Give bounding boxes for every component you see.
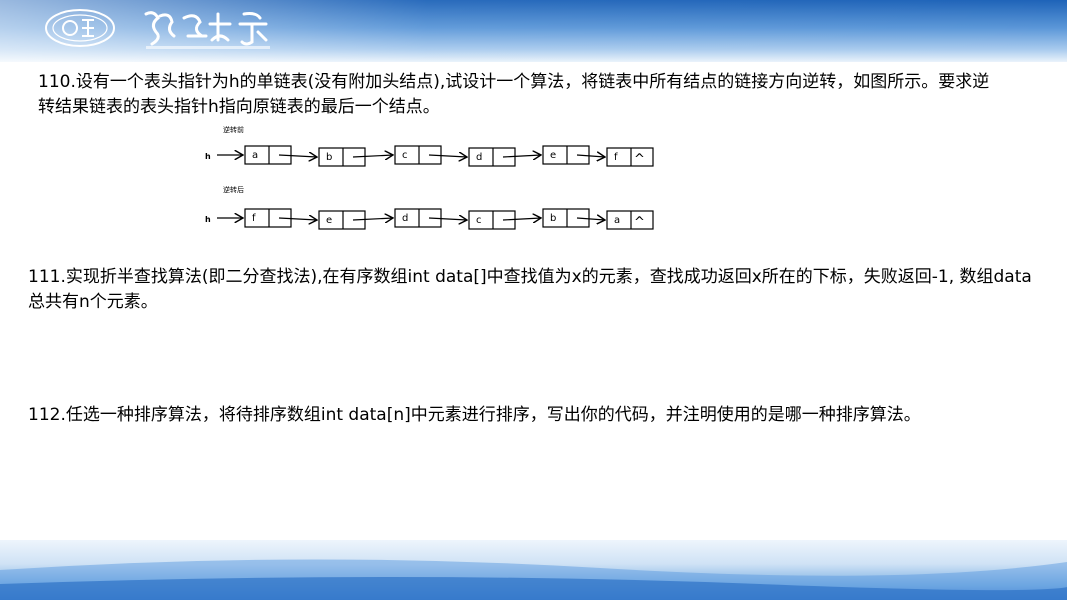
after-node-value-d: d: [402, 213, 408, 224]
header-banner: [0, 0, 1067, 62]
after-node-value-b: b: [550, 213, 556, 224]
after-node-value-a: a: [614, 215, 620, 226]
before-node-value-d: d: [476, 152, 482, 163]
after-label: 逆转后: [223, 185, 244, 194]
before-null-terminator: ^: [634, 152, 645, 167]
after-head-pointer: h: [205, 215, 211, 224]
after-node-value-c: c: [476, 215, 482, 226]
before-node-value-c: c: [402, 150, 408, 161]
before-head-pointer: h: [205, 152, 211, 161]
question-110: 110.设有一个表头指针为h的单链表(没有附加头结点),试设计一个算法，将链表中…: [38, 72, 990, 117]
list-before-reversal: 逆转前 h a b c d e f ^: [205, 125, 654, 167]
after-node-value-f: f: [252, 213, 256, 224]
university-seal-logo: [45, 9, 115, 47]
before-node-value-f: f: [614, 152, 618, 163]
before-node-value-a: a: [252, 150, 258, 161]
university-name-logo: [144, 11, 270, 49]
before-node-value-b: b: [326, 152, 332, 163]
question-112: 112.任选一种排序算法，将待排序数组int data[n]中元素进行排序，写出…: [28, 405, 921, 425]
after-null-terminator: ^: [634, 215, 645, 230]
list-after-reversal: 逆转后 h f e d c b a ^: [205, 185, 654, 230]
before-node-value-e: e: [550, 150, 556, 161]
linked-list-reversal-diagram: 逆转前 h a b c d e f ^ 逆转后 h f e d c b a ^: [205, 125, 654, 230]
footer-wave: [0, 559, 1067, 600]
after-node-value-e: e: [326, 215, 332, 226]
footer-banner: [0, 540, 1067, 600]
before-label: 逆转前: [223, 125, 244, 134]
question-111: 111.实现折半查找算法(即二分查找法),在有序数组int data[]中查找值…: [28, 267, 1032, 312]
